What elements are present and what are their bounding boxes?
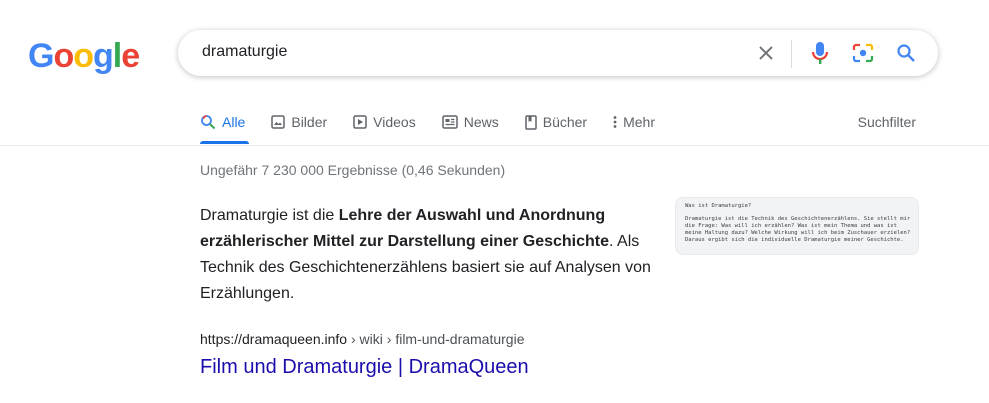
close-icon[interactable] bbox=[754, 41, 778, 65]
thumbnail-body: Dramaturgie ist die Technik des Geschich… bbox=[685, 216, 911, 243]
tab-mehr[interactable]: Mehr bbox=[613, 112, 655, 132]
result-title-link[interactable]: Film und Dramaturgie | DramaQueen bbox=[200, 356, 529, 379]
logo-letter: o bbox=[53, 37, 74, 75]
search-box[interactable]: dramaturgie bbox=[178, 30, 938, 76]
active-tab-indicator bbox=[200, 141, 249, 144]
result-stats: Ungefähr 7 230 000 Ergebnisse (0,46 Seku… bbox=[200, 162, 506, 178]
play-icon bbox=[353, 115, 367, 129]
tab-alle[interactable]: Alle bbox=[200, 112, 245, 132]
book-icon bbox=[524, 114, 537, 130]
tab-label: News bbox=[463, 114, 499, 130]
tab-label: Videos bbox=[373, 114, 416, 130]
tab-buecher[interactable]: Bücher bbox=[524, 112, 588, 132]
search-tabs: Alle Bilder Videos News Bücher Mehr bbox=[200, 112, 681, 144]
logo-letter: G bbox=[28, 37, 54, 75]
search-input[interactable]: dramaturgie bbox=[202, 43, 287, 61]
result-breadcrumb: › wiki › film-und-dramaturgie bbox=[347, 331, 525, 347]
search-icon[interactable] bbox=[894, 41, 918, 65]
camera-icon[interactable] bbox=[851, 41, 875, 65]
tab-label: Bücher bbox=[542, 114, 588, 130]
logo-letter: g bbox=[93, 37, 114, 75]
tab-label: Bilder bbox=[291, 114, 328, 130]
tab-bilder[interactable]: Bilder bbox=[271, 112, 327, 132]
thumbnail-title: Was ist Dramaturgie? bbox=[685, 203, 752, 209]
tab-label: Mehr bbox=[623, 114, 655, 130]
tab-news[interactable]: News bbox=[441, 112, 499, 132]
search-icon bbox=[201, 115, 216, 130]
logo-letter: o bbox=[73, 37, 94, 75]
news-icon bbox=[441, 115, 458, 129]
tab-label: Alle bbox=[222, 114, 246, 130]
result-domain: https://dramaqueen.info bbox=[200, 331, 348, 347]
image-icon bbox=[271, 115, 286, 129]
more-vert-icon bbox=[613, 116, 617, 128]
suchfilter-button[interactable]: Suchfilter bbox=[858, 112, 916, 132]
tab-videos[interactable]: Videos bbox=[353, 112, 416, 132]
search-divider bbox=[791, 40, 792, 68]
featured-snippet-text: Dramaturgie ist die Lehre der Auswahl un… bbox=[200, 203, 660, 307]
snippet-thumbnail[interactable]: Was ist Dramaturgie? Dramaturgie ist die… bbox=[675, 197, 919, 255]
header-divider bbox=[0, 145, 989, 146]
google-logo[interactable]: Google bbox=[28, 36, 140, 76]
logo-letter: e bbox=[121, 37, 140, 75]
result-url[interactable]: https://dramaqueen.info › wiki › film-un… bbox=[200, 331, 524, 347]
snippet-text: Dramaturgie ist die bbox=[200, 207, 339, 224]
logo-letter: l bbox=[112, 37, 123, 75]
mic-icon[interactable] bbox=[808, 41, 832, 65]
